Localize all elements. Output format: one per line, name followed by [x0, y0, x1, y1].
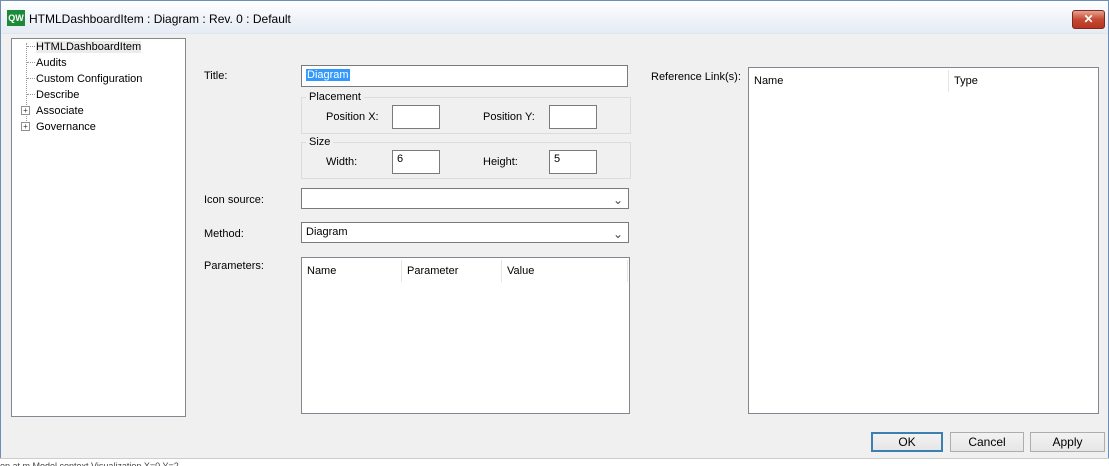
apply-button[interactable]: Apply: [1030, 432, 1105, 452]
tree-item-label: Audits: [36, 57, 67, 69]
tree-connector: [27, 94, 35, 95]
position-y-label: Position Y:: [483, 111, 535, 123]
navigation-tree[interactable]: HTMLDashboardItem Audits Custom Configur…: [11, 38, 186, 417]
method-dropdown[interactable]: Diagram ⌄: [301, 222, 629, 243]
parameters-table[interactable]: Name Parameter Value: [301, 257, 630, 414]
chevron-down-icon: ⌄: [612, 193, 623, 207]
expand-icon[interactable]: +: [21, 106, 30, 115]
width-input[interactable]: 6: [392, 150, 440, 174]
tree-connector: [27, 78, 35, 79]
position-y-input[interactable]: [549, 105, 597, 129]
method-label: Method:: [204, 228, 244, 240]
expand-icon[interactable]: +: [21, 122, 30, 131]
parameters-column-parameter[interactable]: Parameter: [402, 260, 502, 282]
tree-item-governance[interactable]: Governance: [36, 119, 96, 135]
reference-column-type[interactable]: Type: [949, 70, 1097, 92]
cancel-button[interactable]: Cancel: [950, 432, 1024, 452]
chevron-down-icon: ⌄: [612, 227, 623, 241]
title-input[interactable]: Diagram: [301, 65, 628, 87]
tree-connector: [27, 46, 35, 47]
tree-item-label: Associate: [36, 105, 84, 117]
window-title: HTMLDashboardItem : Diagram : Rev. 0 : D…: [29, 12, 291, 26]
tree-item-label: Describe: [36, 89, 80, 101]
tree-item-label: HTMLDashboardItem: [36, 41, 142, 53]
position-x-input[interactable]: [392, 105, 440, 129]
tree-item-label: Governance: [36, 121, 96, 133]
reference-links-table[interactable]: Name Type: [748, 67, 1099, 414]
dialog-window: QW HTMLDashboardItem : Diagram : Rev. 0 …: [0, 0, 1109, 465]
title-label: Title:: [204, 70, 228, 82]
tree-item-associate[interactable]: Associate: [36, 103, 84, 119]
tree-line: [26, 43, 27, 131]
tree-connector: [27, 62, 35, 63]
method-value: Diagram: [306, 226, 348, 238]
placement-legend: Placement: [306, 91, 364, 103]
tree-item-htmldashboarditem[interactable]: HTMLDashboardItem: [36, 39, 142, 55]
app-logo-icon: QW: [7, 10, 25, 26]
parameters-column-value[interactable]: Value: [502, 260, 628, 282]
parameters-label: Parameters:: [204, 260, 264, 272]
parameters-column-name[interactable]: Name: [302, 260, 402, 282]
height-label: Height:: [483, 156, 518, 168]
tree-item-custom-configuration[interactable]: Custom Configuration: [36, 71, 142, 87]
reference-column-name[interactable]: Name: [749, 70, 949, 92]
tree-item-describe[interactable]: Describe: [36, 87, 79, 103]
tree-item-label: Custom Configuration: [36, 73, 143, 85]
height-input[interactable]: 5: [549, 150, 597, 174]
title-bar[interactable]: QW HTMLDashboardItem : Diagram : Rev. 0 …: [1, 1, 1108, 34]
tree-item-audits[interactable]: Audits: [36, 55, 67, 71]
icon-source-label: Icon source:: [204, 194, 264, 206]
close-button[interactable]: ✕: [1072, 10, 1105, 29]
position-x-label: Position X:: [326, 111, 379, 123]
reference-links-label: Reference Link(s):: [651, 71, 741, 83]
ok-button[interactable]: OK: [871, 432, 943, 452]
width-label: Width:: [326, 156, 358, 168]
size-legend: Size: [306, 136, 334, 148]
icon-source-dropdown[interactable]: ⌄: [301, 188, 629, 209]
title-input-value: Diagram: [306, 69, 350, 81]
